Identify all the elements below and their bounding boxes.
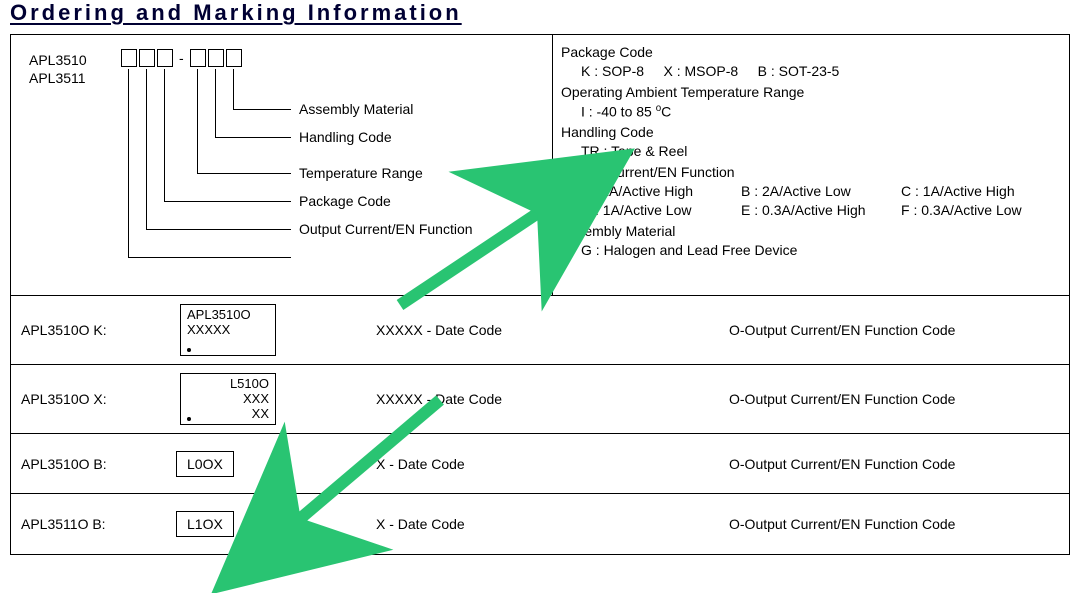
marking-function-code: O-Output Current/EN Function Code [729, 516, 1059, 532]
label-assembly-material: Assembly Material [299, 101, 413, 117]
code-C: C : 1A/Active High [901, 182, 1061, 201]
label-output-current-en: Output Current/EN Function [299, 221, 473, 237]
marking-date-code: X - Date Code [316, 516, 729, 532]
marking-chip: L1OX [176, 511, 234, 537]
code-F: F : 0.3A/Active Low [901, 201, 1061, 220]
assembly-header: Assembly Material [561, 222, 1061, 241]
marking-part: APL3511O B: [21, 516, 176, 532]
marking-row: APL3510O K:APL3510OXXXXX XXXXX - Date Cod… [11, 296, 1069, 365]
package-code-items: K : SOP-8 X : MSOP-8 B : SOT-23-5 [561, 62, 1061, 81]
code-K: K : SOP-8 [581, 63, 644, 79]
marking-chip-wrap: L1OX [176, 511, 316, 537]
part-number-1: APL3511 [29, 69, 87, 87]
label-temperature-range: Temperature Range [299, 165, 423, 181]
code-X: X : MSOP-8 [663, 63, 738, 79]
code-B: B : SOT-23-5 [758, 63, 840, 79]
code-TR: TR : Tape & Reel [561, 142, 1061, 161]
box [121, 49, 137, 67]
code-E: E : 0.3A/Active High [741, 201, 901, 220]
box [208, 49, 224, 67]
box [157, 49, 173, 67]
code-I: I : -40 to 85 oC [561, 102, 1061, 122]
marking-chip-wrap: L510OXXXXX [176, 373, 316, 425]
codes-legend: Package Code K : SOP-8 X : MSOP-8 B : SO… [553, 35, 1069, 295]
marking-part: APL3510O X: [21, 391, 176, 407]
box [226, 49, 242, 67]
code-B2: B : 2A/Active Low [741, 182, 901, 201]
package-code-header: Package Code [561, 43, 1061, 62]
code-boxes: - [121, 49, 242, 67]
pin1-dot-icon [187, 417, 191, 421]
marking-chip-wrap: L0OX [176, 451, 316, 477]
part-number-diagram: APL3510 APL3511 - [11, 35, 553, 295]
code-A: A : 2A/Active High [581, 182, 741, 201]
marking-function-code: O-Output Current/EN Function Code [729, 322, 1059, 338]
label-package-code: Package Code [299, 193, 391, 209]
label-handling-code: Handling Code [299, 129, 392, 145]
temperature-header: Operating Ambient Temperature Range [561, 83, 1061, 102]
marking-part: APL3510O K: [21, 322, 176, 338]
box [139, 49, 155, 67]
marking-chip: APL3510OXXXXX [180, 304, 276, 356]
marking-row: APL3510O X:L510OXXXXX XXXXX - Date CodeO-… [11, 365, 1069, 434]
handling-header: Handling Code [561, 123, 1061, 142]
output-header: Output Current/EN Function [561, 163, 1061, 182]
code-D: D : 1A/Active Low [581, 201, 741, 220]
marking-date-code: XXXXX - Date Code [316, 391, 729, 407]
marking-part: APL3510O B: [21, 456, 176, 472]
pin1-dot-icon [187, 348, 191, 352]
marking-row: APL3511O B:L1OX X - Date CodeO-Output Cur… [11, 494, 1069, 554]
box [190, 49, 206, 67]
marking-function-code: O-Output Current/EN Function Code [729, 391, 1059, 407]
page-title: Ordering and Marking Information [10, 0, 1070, 26]
dash: - [179, 50, 184, 66]
marking-chip-wrap: APL3510OXXXXX [176, 304, 316, 356]
code-G: G : Halogen and Lead Free Device [561, 241, 1061, 260]
marking-chip: L0OX [176, 451, 234, 477]
marking-row: APL3510O B:L0OX X - Date CodeO-Output Cur… [11, 434, 1069, 494]
marking-date-code: XXXXX - Date Code [316, 322, 729, 338]
ordering-table: APL3510 APL3511 - [10, 34, 1070, 555]
marking-function-code: O-Output Current/EN Function Code [729, 456, 1059, 472]
marking-date-code: X - Date Code [316, 456, 729, 472]
part-number-0: APL3510 [29, 51, 87, 69]
marking-chip-xx: XX [252, 407, 269, 422]
marking-chip: L510OXXXXX [180, 373, 276, 425]
